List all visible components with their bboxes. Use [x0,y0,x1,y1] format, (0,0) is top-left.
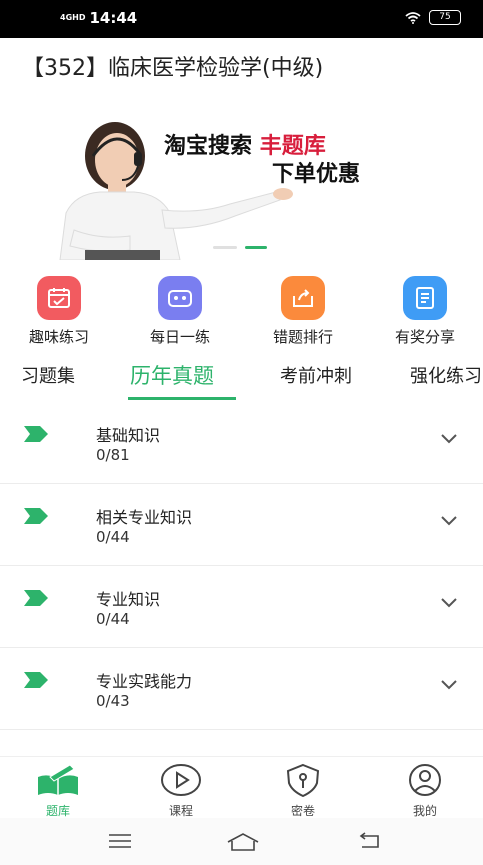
nav-label: 密卷 [290,804,315,818]
tab-pre-exam-sprint[interactable]: 考前冲刺 [280,362,352,388]
nav-label: 我的 [412,804,437,818]
quick-action-label: 有奖分享 [394,328,455,346]
nav-secret-papers[interactable]: 密卷 [263,763,343,819]
wifi-icon [405,11,421,24]
quick-action-reward-share[interactable]: 有奖分享 [375,276,475,347]
list-item[interactable]: 基础知识 0/81 [0,402,483,484]
quick-action-label: 每日一练 [149,328,210,346]
battery-indicator: 75 [429,10,461,25]
list-item-progress: 0/44 [96,610,130,628]
user-circle-icon [409,764,441,796]
quick-action-wrong-ranking[interactable]: 错题排行 [253,276,353,347]
quick-action-fun-practice[interactable]: 趣味练习 [9,276,109,347]
quick-actions: 趣味练习 每日一练 错题排行 有奖分享 [0,276,483,346]
list-item-title: 专业实践能力 [96,672,193,691]
list-item-title: 专业知识 [96,590,161,609]
chevron-down-icon[interactable] [441,598,457,608]
nav-question-bank[interactable]: 题库 [18,763,98,819]
list-item-title: 相关专业知识 [96,508,193,527]
quick-action-label: 错题排行 [272,328,333,346]
chevron-down-icon[interactable] [441,434,457,444]
tab-bar: 习题集 历年真题 考前冲刺 强化练习 [0,356,483,404]
menu-icon[interactable] [108,832,132,850]
shield-key-icon [286,763,320,798]
tab-intensive-practice[interactable]: 强化练习 [410,362,482,388]
play-circle-icon [161,764,201,796]
clock: 14:44 [89,9,138,27]
nav-courses[interactable]: 课程 [141,763,221,819]
calendar-check-icon [37,276,81,320]
nav-label: 题库 [45,804,70,818]
tab-active-indicator [128,397,236,400]
chapter-list: 基础知识 0/81 相关专业知识 0/44 专业知识 0/44 专业实践能力 0… [0,402,483,730]
home-icon[interactable] [226,832,260,852]
banner-subline: 下单优惠 [272,161,361,187]
chevron-down-icon[interactable] [441,516,457,526]
list-item-progress: 0/44 [96,528,130,546]
list-item-title: 基础知识 [96,426,161,445]
carousel-indicator [213,246,267,249]
list-item[interactable]: 专业知识 0/44 [0,566,483,648]
nav-label: 课程 [168,804,193,818]
bottom-nav: 题库 课程 密卷 我的 [0,756,483,818]
chevron-down-icon[interactable] [441,680,457,690]
status-left: 4GHD 14:44 [60,9,137,27]
flag-arrow-icon [24,426,48,442]
status-right: 75 [405,10,461,25]
quick-action-label: 趣味练习 [28,328,89,346]
flag-arrow-icon [24,590,48,606]
list-item-progress: 0/81 [96,446,130,464]
list-item[interactable]: 专业实践能力 0/43 [0,648,483,730]
system-nav-bar [0,818,483,865]
banner-headline-prefix: 淘宝搜索 [164,133,253,159]
tab-past-exams[interactable]: 历年真题 [130,360,214,390]
carousel-dot-active[interactable] [245,246,267,249]
carousel-dot[interactable] [213,246,237,249]
share-box-icon [281,276,325,320]
tab-exercise-set[interactable]: 习题集 [21,362,75,388]
nav-mine[interactable]: 我的 [385,763,465,819]
list-item[interactable]: 相关专业知识 0/44 [0,484,483,566]
flag-arrow-icon [24,672,48,688]
status-bar: 4GHD 14:44 75 [0,0,483,38]
robot-face-icon [158,276,202,320]
promo-banner[interactable]: 淘宝搜索 丰题库 下单优惠 [0,100,483,260]
book-icon [403,276,447,320]
flag-arrow-icon [24,508,48,524]
list-item-progress: 0/43 [96,692,130,710]
back-icon[interactable] [358,832,382,850]
book-pen-icon [38,764,78,795]
network-type: 4GHD [60,13,86,22]
quick-action-daily-practice[interactable]: 每日一练 [130,276,230,347]
page-title: 【352】临床医学检验学(中级) [22,56,324,81]
